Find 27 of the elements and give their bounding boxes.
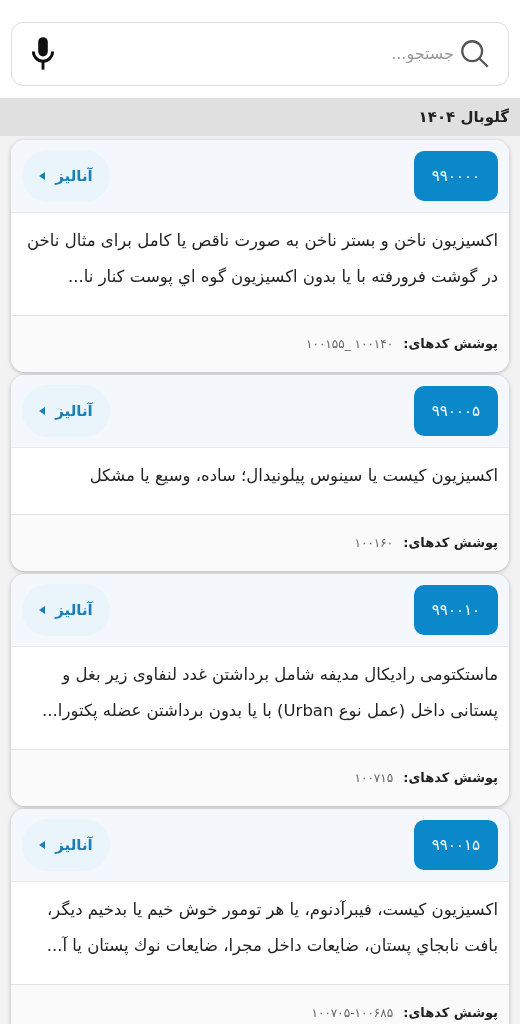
caret-icon [39,606,46,614]
description-text: ماستکتومی رادیکال مدیفه شامل برداشتن غدد لنفاوی زیر بغل و پستانی داخل (عمل نوع Urban) با یا بدون برداشتن عضله پکتورا... [41,664,498,723]
description-text: اکسیزیون ناخن و بستر ناخن به صورت ناقص یا کامل برای مثال ناخن در گوشت فرورفته با یا بدون اکسیزیون گوه اي پوست کنار نا... [26,230,498,289]
analyze-button[interactable]: آنالیز [22,150,110,202]
search-bar[interactable]: جستجو... [11,22,509,86]
coverage-label: پوشش کدهای: [403,534,498,553]
code-button[interactable]: ۹۹۰۰۱۵ [413,820,498,870]
coverage-codes: ۱۰۰۷۰۵-۱۰۰۶۸۵ [311,1005,394,1022]
description-text: اکسیزیون کیست یا سینوس پیلونیدال؛ ساده، وسیع یا مشکل [88,465,498,488]
description-text: اکسیزیون کیست، فیبرآدنوم، یا هر تومور خوش خیم یا بدخیم دیگر، بافت نابجاي پستان، ضایعات داخل مجرا، ضایعات نوك پستان یا آ... [45,899,498,958]
analyze-button[interactable]: آنالیز [22,584,110,636]
coverage-label: پوشش کدهای: [403,769,498,788]
caret-icon [39,841,46,849]
code-button[interactable]: ۹۹۰۰۰۵ [413,386,498,436]
coverage-codes: ۱۰۰۱۴۰ _۱۰۰۱۵۵ [306,336,394,353]
code-button[interactable]: ۹۹۰۰۱۰ [413,585,498,635]
search-field[interactable]: جستجو... [62,42,454,66]
coverage-codes: ۱۰۰۱۶۰ [354,535,394,552]
coverage-codes: ۱۰۰۷۱۵ [354,770,394,787]
coverage-label: پوشش کدهای: [403,1004,498,1023]
coverage-label: پوشش کدهای: [403,335,498,354]
code-button[interactable]: ۹۹۰۰۰۰ [413,151,498,201]
analyze-button[interactable]: آنالیز [22,819,110,871]
caret-icon [39,407,46,415]
section-title: گلوبال ۱۴۰۴ [418,106,509,128]
analyze-button[interactable]: آنالیز [22,385,110,437]
caret-icon [39,172,46,180]
